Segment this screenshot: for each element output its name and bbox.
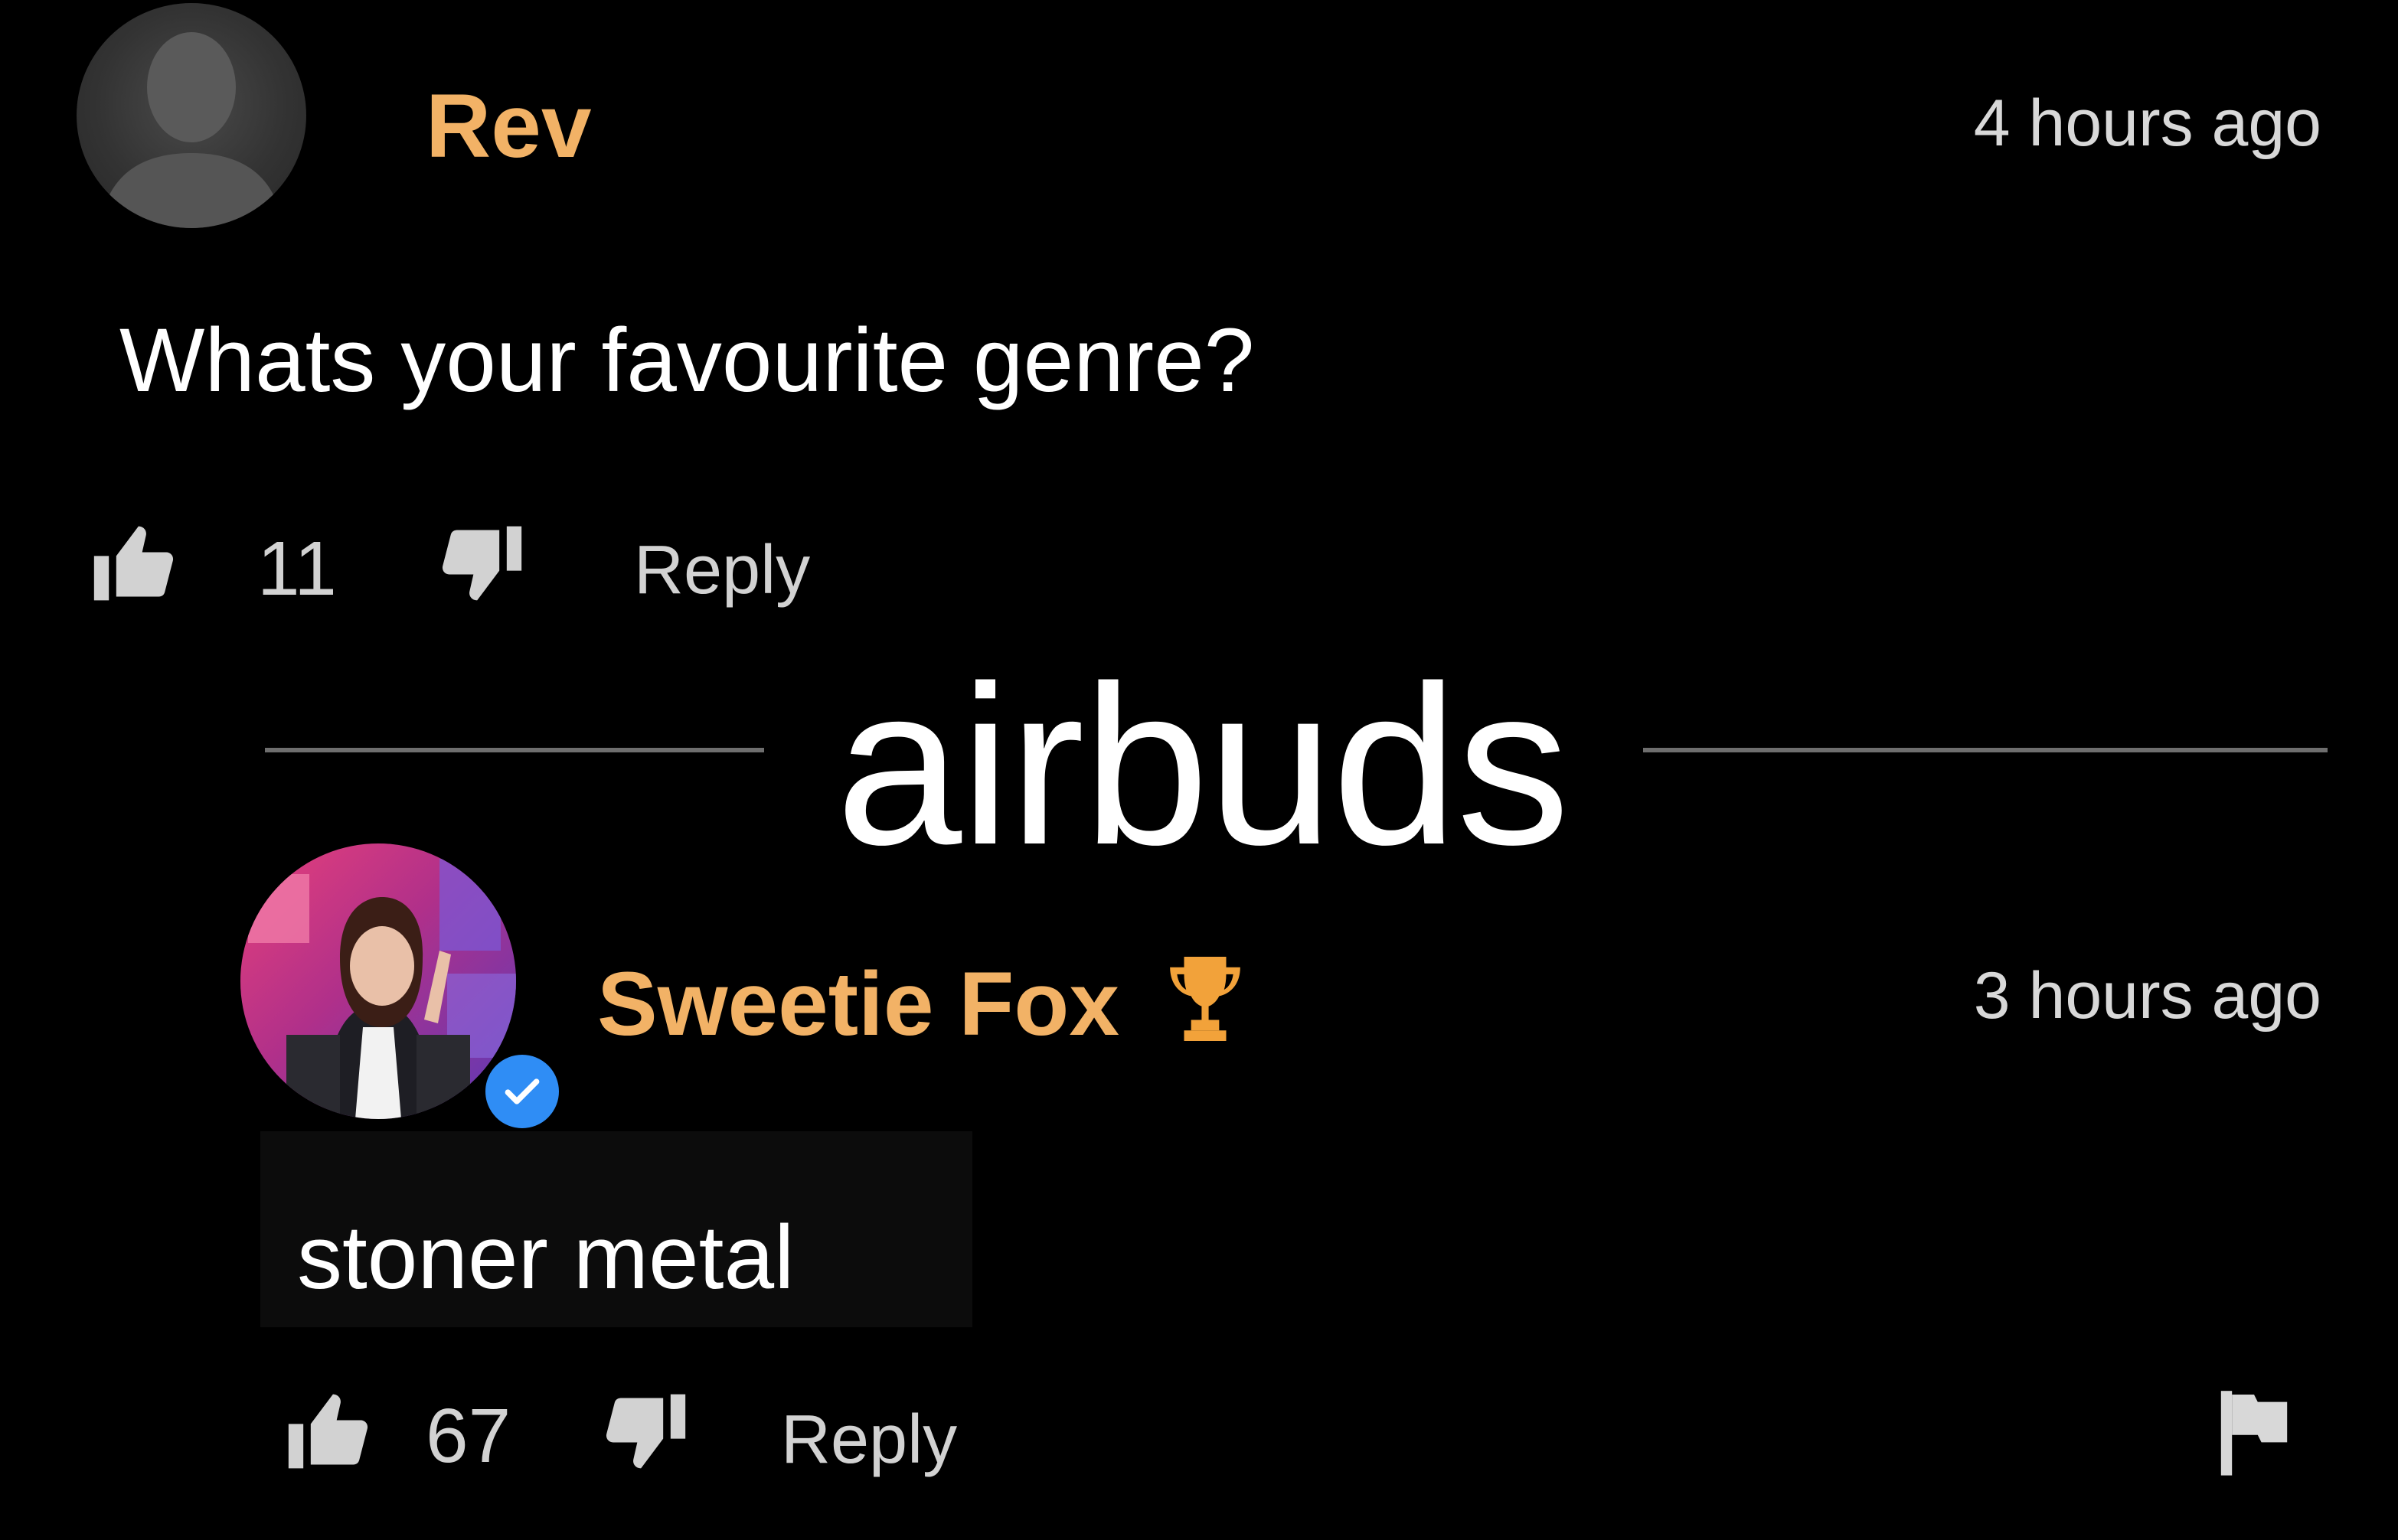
comment-username[interactable]: Rev — [426, 81, 591, 171]
flag-icon[interactable] — [2217, 1387, 2291, 1476]
comment-timestamp: 4 hours ago — [1973, 86, 2321, 160]
avatar-sweetie-fox[interactable] — [240, 843, 516, 1119]
trophy-icon — [1169, 957, 1240, 1041]
reply-username[interactable]: Sweetie Fox — [597, 952, 1247, 1049]
reply-text: stoner metal — [297, 1207, 795, 1308]
like-count: 11 — [257, 526, 337, 612]
checkmark-icon — [505, 1078, 540, 1104]
profile-photo — [240, 843, 516, 1119]
reply-timestamp: 3 hours ago — [1973, 959, 2321, 1033]
user-silhouette-icon — [100, 32, 283, 228]
like-count: 67 — [426, 1393, 511, 1479]
divider-right — [1643, 748, 2328, 752]
reply-button[interactable]: Reply — [781, 1405, 957, 1474]
reply-button[interactable]: Reply — [634, 536, 810, 605]
thumbs-up-icon[interactable] — [285, 1387, 374, 1476]
overlay-caption: airbuds — [835, 638, 1570, 892]
comment-text: Whats your favourite genre? — [119, 310, 1255, 411]
thumbs-down-icon[interactable] — [433, 519, 528, 608]
trophy-badge — [1163, 952, 1247, 1046]
avatar-rev[interactable] — [77, 3, 306, 228]
reply-username-text: Sweetie Fox — [597, 954, 1120, 1055]
thumbs-up-icon[interactable] — [89, 519, 181, 608]
divider-left — [265, 748, 764, 752]
verified-badge — [479, 1049, 565, 1134]
thumbs-down-icon[interactable] — [599, 1387, 691, 1476]
